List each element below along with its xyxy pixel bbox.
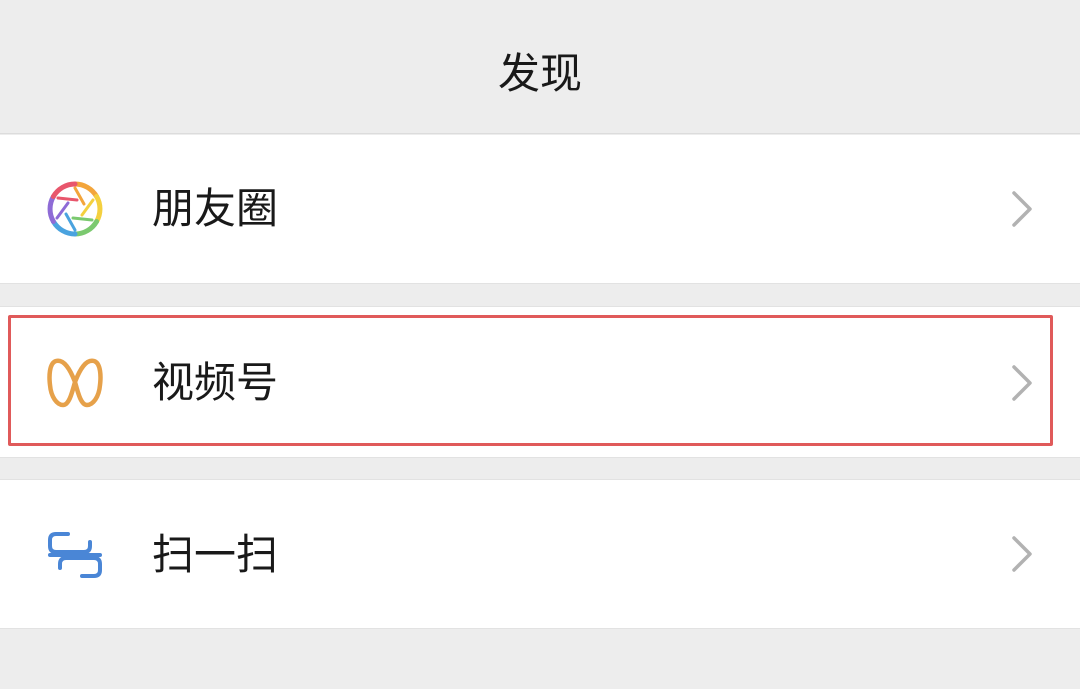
menu-item-label: 扫一扫 [152, 530, 279, 579]
chevron-right-icon [1012, 191, 1032, 227]
channels-butterfly-icon [47, 358, 103, 408]
menu-item-scan[interactable]: 扫一扫 [0, 479, 1080, 629]
moments-aperture-icon [47, 181, 103, 237]
chevron-right-icon [1012, 365, 1032, 401]
menu-item-moments[interactable]: 朋友圈 [0, 135, 1080, 284]
scan-icon [48, 532, 102, 578]
chevron-right-icon [1012, 536, 1032, 572]
menu-item-label: 视频号 [152, 358, 279, 407]
page-title: 发现 [497, 49, 582, 98]
menu-item-label: 朋友圈 [152, 184, 279, 233]
top-bar: 发现 [0, 0, 1080, 134]
menu-item-channels[interactable]: 视频号 [0, 306, 1080, 458]
